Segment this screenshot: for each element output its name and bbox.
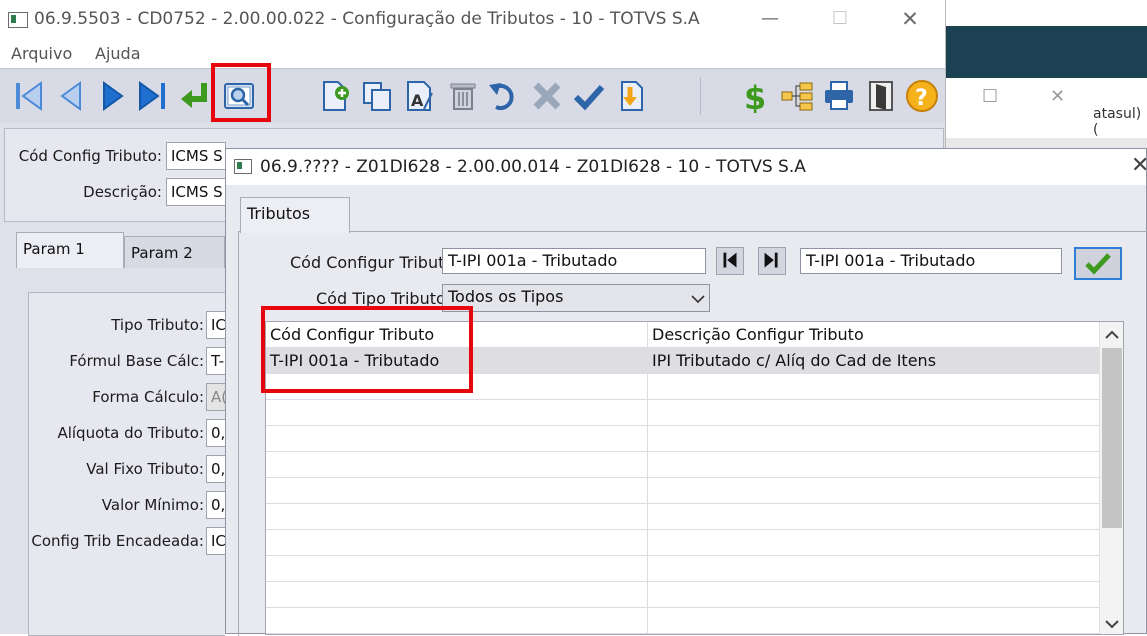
forma-calculo-field[interactable]: A( [206, 383, 226, 411]
val-fixo-label: Val Fixo Tributo: [86, 460, 204, 478]
cod-config-field[interactable]: ICMS S [166, 142, 226, 170]
check-icon [1085, 253, 1111, 275]
grid-cell-highlight [261, 306, 473, 393]
config-trib-encadeada-field[interactable]: IC [206, 527, 226, 555]
main-title-bar: 06.9.5503 - CD0752 - 2.00.00.022 - Confi… [0, 0, 945, 40]
cell-descricao: IPI Tributado c/ Alíq do Cad de Itens [652, 351, 937, 370]
empty-row [266, 400, 1099, 426]
cod-config-label: Cód Config Tributo: [18, 147, 162, 165]
cod-configur-label: Cód Configur Tributo: [290, 253, 460, 272]
toolbar-separator [700, 77, 701, 115]
minimize-button[interactable]: — [750, 4, 790, 34]
app-icon [8, 12, 28, 28]
svg-text:?: ? [915, 86, 928, 111]
column-divider [647, 322, 648, 634]
formul-base-label: Fórmul Base Cálc: [69, 352, 204, 370]
tab-tributos-label: Tributos [247, 204, 311, 223]
tab-param-2-label: Param 2 [131, 244, 193, 262]
copy-icon[interactable] [360, 79, 394, 113]
first-record-icon[interactable] [12, 79, 46, 113]
scroll-up-icon[interactable] [1100, 325, 1124, 345]
currency-icon[interactable]: $ [738, 79, 772, 117]
tree-icon[interactable] [780, 79, 814, 113]
search-button-highlight [211, 63, 271, 122]
cancel-icon[interactable] [530, 79, 564, 113]
empty-row [266, 426, 1099, 452]
previous-record-icon[interactable] [54, 79, 88, 113]
background-maximize-button[interactable]: ☐ [982, 86, 998, 107]
empty-row [266, 478, 1099, 504]
background-window-text: atasul) ( [1093, 106, 1142, 138]
exit-icon[interactable] [864, 79, 898, 113]
svg-text:$: $ [744, 79, 766, 113]
confirm-button[interactable] [1074, 247, 1122, 280]
descricao-field[interactable]: ICMS S [166, 178, 226, 206]
chevron-down-icon [691, 295, 705, 304]
delete-icon[interactable] [446, 79, 480, 113]
config-trib-encadeada-label: Config Trib Encadeada: [31, 532, 204, 550]
print-icon[interactable] [822, 79, 856, 113]
cod-configur-to-field[interactable]: T-IPI 001a - Tributado [800, 248, 1062, 274]
formul-base-field[interactable]: T- [206, 347, 226, 375]
valor-minimo-field[interactable]: 0, [206, 491, 226, 519]
new-record-icon[interactable] [318, 79, 352, 113]
background-close-button[interactable]: ✕ [1050, 86, 1065, 107]
svg-text:A: A [411, 91, 424, 110]
tipo-tributo-field[interactable]: IC [206, 311, 226, 339]
last-record-icon[interactable] [136, 79, 170, 113]
empty-row [266, 556, 1099, 582]
empty-row [266, 452, 1099, 478]
aliquota-field[interactable]: 0, [206, 419, 226, 447]
empty-row [266, 582, 1099, 608]
range-last-icon [764, 252, 778, 268]
empty-row [266, 504, 1099, 530]
close-button[interactable]: ✕ [890, 4, 930, 34]
grid-scrollbar-thumb[interactable] [1102, 348, 1122, 528]
next-record-icon[interactable] [96, 79, 130, 113]
import-icon[interactable] [614, 79, 648, 113]
undo-icon[interactable] [486, 79, 520, 113]
range-last-button[interactable] [758, 247, 786, 275]
valor-minimo-label: Valor Mínimo: [101, 496, 204, 514]
menu-ajuda[interactable]: Ajuda [95, 44, 141, 63]
dialog-close-button[interactable]: ✕ [1131, 153, 1147, 178]
scroll-down-icon[interactable] [1100, 614, 1124, 634]
save-icon[interactable] [572, 79, 606, 113]
menu-bar: Arquivo Ajuda [0, 40, 945, 68]
descricao-label: Descrição: [83, 183, 162, 201]
background-window: ☐ ✕ atasul) ( [945, 78, 1147, 138]
grid-scrollbar[interactable] [1099, 322, 1124, 634]
tab-tributos[interactable]: Tributos [240, 197, 350, 233]
tab-param-2[interactable]: Param 2 [124, 236, 225, 268]
forma-calculo-label: Forma Cálculo: [92, 388, 204, 406]
main-window-title: 06.9.5503 - CD0752 - 2.00.00.022 - Confi… [34, 9, 700, 29]
tab-param-1[interactable]: Param 1 [16, 232, 124, 268]
tipo-tributo-label: Tipo Tributo: [111, 316, 204, 334]
help-icon[interactable]: ? [905, 79, 939, 113]
empty-row [266, 608, 1099, 634]
maximize-button[interactable]: ☐ [820, 4, 860, 34]
edit-icon[interactable]: A [402, 79, 436, 113]
dialog-title: 06.9.???? - Z01DI628 - 2.00.00.014 - Z01… [260, 157, 806, 177]
cod-configur-from-field[interactable]: T-IPI 001a - Tributado [442, 248, 706, 274]
tab-param-1-label: Param 1 [23, 240, 85, 258]
menu-arquivo[interactable]: Arquivo [11, 44, 72, 63]
goto-icon[interactable] [178, 79, 212, 113]
dialog-title-bar: 06.9.???? - Z01DI628 - 2.00.00.014 - Z01… [226, 149, 1147, 185]
empty-row [266, 530, 1099, 556]
range-first-icon [723, 252, 737, 268]
aliquota-label: Alíquota do Tributo: [57, 424, 204, 442]
cod-tipo-select[interactable]: Todos os Tipos [442, 284, 710, 312]
toolbar: A $ ? [0, 68, 945, 124]
background-window-header [945, 26, 1147, 82]
dialog-app-icon [234, 159, 252, 174]
cod-tipo-value: Todos os Tipos [448, 287, 564, 306]
val-fixo-field[interactable]: 0, [206, 455, 226, 483]
range-first-button[interactable] [716, 247, 744, 275]
column-header-descricao[interactable]: Descrição Configur Tributo [648, 322, 1098, 348]
